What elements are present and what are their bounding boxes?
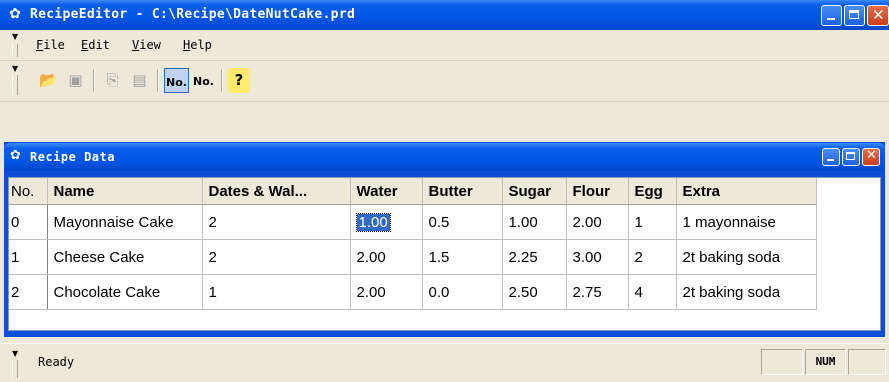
copy-icon: ⎘ bbox=[106, 71, 119, 89]
table-cell[interactable]: 2.25 bbox=[502, 239, 567, 275]
menu-file[interactable]: File bbox=[36, 38, 65, 52]
statusbar-chevron-icon[interactable]: ▼ bbox=[12, 350, 18, 358]
minimize-button[interactable] bbox=[821, 5, 842, 26]
table-cell[interactable]: 3.00 bbox=[566, 239, 629, 275]
column-header[interactable]: No. bbox=[9, 178, 48, 205]
maximize-button[interactable] bbox=[844, 5, 865, 26]
status-pane-caps bbox=[761, 349, 803, 375]
column-header[interactable]: Dates & Wal... bbox=[202, 178, 351, 205]
copy-button[interactable]: ⎘ bbox=[100, 68, 125, 93]
column-header[interactable]: Extra bbox=[676, 178, 817, 205]
table-row: 1 Cheese Cake 2 2.00 1.5 2.25 3.00 2 2t … bbox=[9, 239, 817, 275]
menu-bar: ▼ File Edit View Help bbox=[0, 30, 889, 61]
table-cell[interactable]: 1 mayonnaise bbox=[676, 204, 817, 240]
selected-cell-value[interactable]: 1.00 bbox=[355, 212, 391, 232]
table-row: 0 Mayonnaise Cake 2 1.00 0.5 1.00 2.00 1… bbox=[9, 204, 817, 240]
record-number-view-icon: No. bbox=[166, 76, 187, 89]
table-cell[interactable]: Chocolate Cake bbox=[47, 274, 203, 310]
column-header[interactable]: Egg bbox=[628, 178, 677, 205]
table-cell[interactable]: 1.5 bbox=[422, 239, 503, 275]
table-cell[interactable]: 1 bbox=[628, 204, 677, 240]
table-cell[interactable]: Cheese Cake bbox=[47, 239, 203, 275]
record-number-form-button[interactable]: No. bbox=[191, 68, 216, 93]
open-folder-icon: 📂 bbox=[39, 71, 58, 89]
paste-button[interactable]: ▤ bbox=[127, 68, 152, 93]
toolbar-chevron-icon[interactable]: ▼ bbox=[12, 65, 18, 73]
row-number-cell[interactable]: 0 bbox=[9, 204, 48, 240]
statusbar-grip[interactable] bbox=[12, 360, 18, 378]
table-cell[interactable]: 2t baking soda bbox=[676, 274, 817, 310]
table-cell[interactable]: 0.0 bbox=[422, 274, 503, 310]
table-cell[interactable]: 2 bbox=[202, 239, 351, 275]
toolbar-separator bbox=[221, 70, 223, 92]
toolbar-grip[interactable] bbox=[12, 75, 18, 95]
row-number-cell[interactable]: 2 bbox=[9, 274, 48, 310]
column-header[interactable]: Water bbox=[350, 178, 423, 205]
close-button[interactable]: ✕ bbox=[867, 5, 889, 26]
menu-view[interactable]: View bbox=[132, 38, 161, 52]
menu-edit[interactable]: Edit bbox=[81, 38, 110, 52]
table-cell[interactable]: Mayonnaise Cake bbox=[47, 204, 203, 240]
toolbar-separator bbox=[93, 70, 95, 92]
save-button[interactable]: ▣ bbox=[63, 68, 88, 93]
child-window-title: Recipe Data bbox=[30, 150, 115, 164]
maximize-icon bbox=[846, 152, 855, 160]
record-number-view-button[interactable]: No. bbox=[164, 68, 189, 93]
table-cell[interactable]: 0.5 bbox=[422, 204, 503, 240]
child-maximize-button[interactable] bbox=[842, 148, 860, 166]
toolbar: ▼ 📂 ▣ ⎘ ▤ No. No. ? bbox=[0, 61, 889, 102]
table-cell[interactable]: 2.00 bbox=[566, 204, 629, 240]
table-cell[interactable]: 1 bbox=[202, 274, 351, 310]
table-cell[interactable]: 2.00 bbox=[350, 274, 423, 310]
table-cell[interactable]: 4 bbox=[628, 274, 677, 310]
table-cell[interactable]: 2.00 bbox=[350, 239, 423, 275]
table-cell[interactable]: 2 bbox=[628, 239, 677, 275]
child-minimize-button[interactable] bbox=[822, 148, 840, 166]
table-cell[interactable]: 2.50 bbox=[502, 274, 567, 310]
table-cell[interactable]: 2 bbox=[202, 204, 351, 240]
menubar-chevron-icon[interactable]: ▼ bbox=[12, 33, 18, 41]
recipe-app-icon[interactable]: ✿ bbox=[10, 148, 21, 163]
table-cell[interactable]: 2.75 bbox=[566, 274, 629, 310]
status-text: Ready bbox=[38, 355, 75, 369]
close-icon: ✕ bbox=[866, 148, 877, 163]
recipe-table: No. Name Dates & Wal... Water Butter Sug… bbox=[9, 178, 817, 310]
table-row: 2 Chocolate Cake 1 2.00 0.0 2.50 2.75 4 … bbox=[9, 274, 817, 310]
menu-help[interactable]: Help bbox=[183, 38, 212, 52]
help-button[interactable]: ? bbox=[228, 68, 250, 93]
close-icon: ✕ bbox=[872, 6, 885, 24]
table-header-row: No. Name Dates & Wal... Water Butter Sug… bbox=[9, 178, 817, 205]
open-button[interactable]: 📂 bbox=[36, 68, 61, 93]
column-header[interactable]: Butter bbox=[422, 178, 503, 205]
status-bar: ▼ Ready NUM bbox=[0, 343, 889, 382]
toolbar-separator bbox=[157, 70, 159, 92]
save-icon: ▣ bbox=[68, 71, 83, 89]
column-header[interactable]: Name bbox=[47, 178, 203, 205]
column-header[interactable]: Flour bbox=[566, 178, 629, 205]
record-number-form-icon: No. bbox=[193, 75, 214, 88]
maximize-icon bbox=[849, 10, 859, 19]
status-pane-num: NUM bbox=[805, 349, 846, 375]
recipe-grid[interactable]: No. Name Dates & Wal... Water Butter Sug… bbox=[8, 177, 881, 331]
table-cell[interactable]: 1.00 bbox=[502, 204, 567, 240]
column-header[interactable]: Sugar bbox=[502, 178, 567, 205]
table-cell-selected[interactable]: 1.00 bbox=[350, 204, 423, 240]
status-pane-scroll bbox=[848, 349, 886, 375]
title-bar[interactable]: ✿ RecipeEditor - C:\Recipe\DateNutCake.p… bbox=[0, 0, 889, 30]
paste-icon: ▤ bbox=[132, 71, 147, 89]
minimize-icon bbox=[827, 18, 835, 20]
window-title: RecipeEditor - C:\Recipe\DateNutCake.prd bbox=[30, 7, 356, 22]
help-icon: ? bbox=[234, 71, 244, 89]
menubar-grip[interactable] bbox=[12, 44, 18, 57]
table-cell[interactable]: 2t baking soda bbox=[676, 239, 817, 275]
child-close-button[interactable]: ✕ bbox=[862, 148, 880, 166]
recipe-app-icon[interactable]: ✿ bbox=[6, 6, 24, 22]
minimize-icon bbox=[827, 159, 834, 161]
row-number-cell[interactable]: 1 bbox=[9, 239, 48, 275]
child-title-bar[interactable]: ✿ Recipe Data ✕ bbox=[4, 143, 885, 171]
